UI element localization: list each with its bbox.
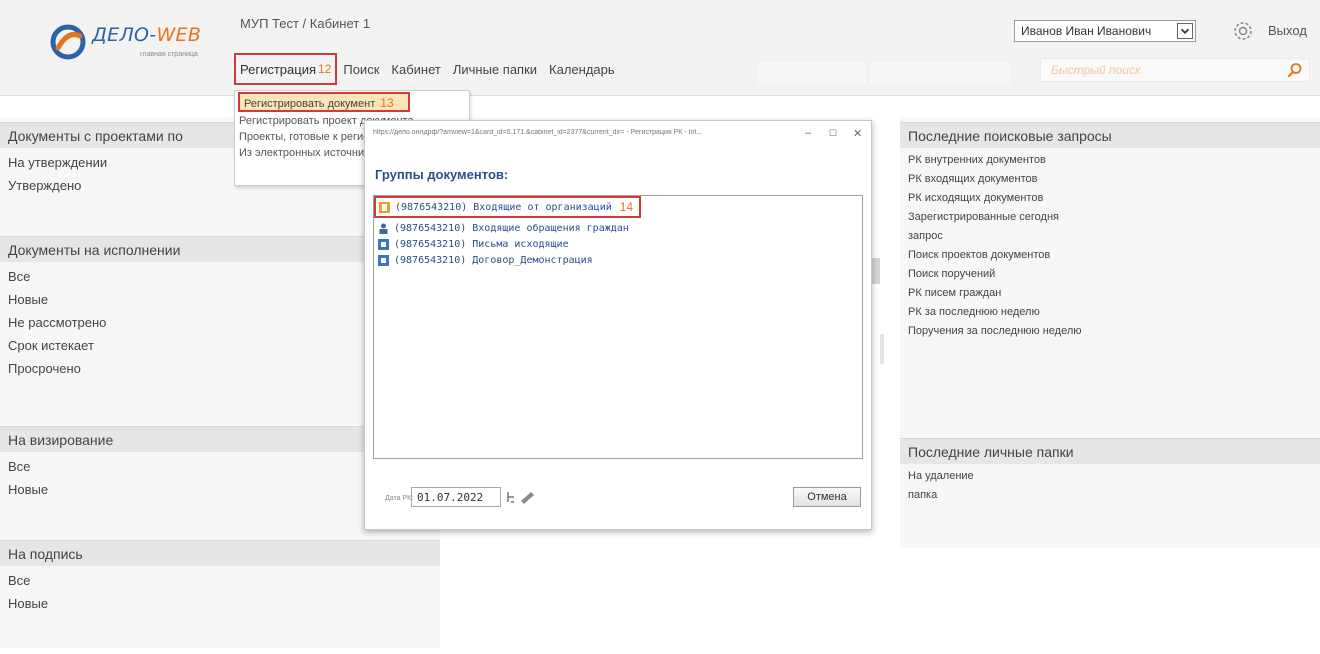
logo-icon: [50, 24, 86, 60]
main-menu: Регистрация 12 Поиск Кабинет Личные папки…: [234, 53, 621, 85]
logo[interactable]: ДЕЛО-WEB главная страница: [50, 20, 220, 70]
panel-title: Последние личные папки: [900, 438, 1320, 464]
document-groups-list: (9876543210) Входящие от организаций 14 …: [373, 195, 863, 459]
panel-title: На подпись: [0, 540, 440, 566]
registration-date-field[interactable]: 01.07.2022: [411, 487, 501, 507]
list-item[interactable]: Все: [8, 569, 432, 592]
group-item-contract[interactable]: (9876543210) Договор_Демонстрация: [378, 252, 593, 268]
list-item[interactable]: Поручения за последнюю неделю: [908, 322, 1312, 341]
list-item[interactable]: РК входящих документов: [908, 170, 1312, 189]
maximize-icon[interactable]: ☐: [829, 128, 837, 139]
user-select-value: Иванов Иван Иванович: [1021, 24, 1152, 38]
logo-title: ДЕЛО-WEB: [92, 24, 202, 46]
panel-recent-folders: Последние личные папки На удаление папка: [900, 438, 1320, 508]
list-item[interactable]: Поиск проектов документов: [908, 246, 1312, 265]
menu-placeholder-2: [870, 62, 1010, 84]
document-groups-dialog: https://дело.онлдрф/?amview=1&card_id=0.…: [364, 120, 872, 530]
step-marker-13: 13: [380, 96, 394, 110]
close-icon[interactable]: ✕: [853, 127, 862, 140]
citizen-icon: [379, 223, 388, 234]
menu-item-search[interactable]: Поиск: [337, 62, 385, 77]
chevron-down-icon: [1177, 23, 1193, 39]
menu-item-personal-folders[interactable]: Личные папки: [447, 62, 543, 77]
panel-title: Последние поисковые запросы: [900, 122, 1320, 148]
window-title: МУП Тест / Кабинет 1: [240, 16, 371, 31]
app-header: ДЕЛО-WEB главная страница МУП Тест / Каб…: [0, 0, 1320, 96]
quick-search-input[interactable]: Быстрый поиск: [1040, 58, 1310, 82]
list-item[interactable]: РК писем граждан: [908, 284, 1312, 303]
user-select[interactable]: Иванов Иван Иванович: [1014, 20, 1196, 42]
calendar-icon[interactable]: [505, 489, 539, 505]
menu-item-cabinet[interactable]: Кабинет: [385, 62, 446, 77]
menu-placeholder-1: [758, 62, 866, 84]
list-item[interactable]: На удаление: [908, 467, 1312, 486]
exit-link[interactable]: Выход: [1268, 23, 1307, 38]
list-item[interactable]: Новые: [8, 592, 432, 615]
outgoing-icon: [378, 238, 389, 250]
panel-recent-searches: Последние поисковые запросы РК внутренни…: [900, 122, 1320, 344]
step-marker-14: 14: [619, 200, 634, 214]
step-marker-12: 12: [318, 62, 332, 76]
list-item[interactable]: Поиск поручений: [908, 265, 1312, 284]
list-item[interactable]: РК исходящих документов: [908, 189, 1312, 208]
group-item-citizen-appeals[interactable]: (9876543210) Входящие обращения граждан: [378, 220, 629, 236]
cancel-button[interactable]: Отмена: [793, 487, 861, 507]
logo-subtitle: главная страница: [140, 51, 198, 58]
menu-item-register-document[interactable]: Регистрировать документ 13: [238, 92, 410, 112]
group-item-incoming-orgs[interactable]: (9876543210) Входящие от организаций 14: [374, 196, 642, 218]
scrollbar-thumb[interactable]: [880, 334, 884, 364]
list-item[interactable]: РК внутренних документов: [908, 151, 1312, 170]
menu-item-registration[interactable]: Регистрация 12: [234, 53, 338, 85]
minimize-icon[interactable]: –: [805, 127, 811, 139]
scrollbar-thumb[interactable]: [872, 258, 880, 284]
list-item[interactable]: РК за последнюю неделю: [908, 303, 1312, 322]
date-label: Дата РК:: [385, 495, 414, 502]
group-item-outgoing-letters[interactable]: (9876543210) Письма исходящие: [378, 236, 569, 252]
menu-item-calendar[interactable]: Календарь: [543, 62, 621, 77]
quick-search-placeholder: Быстрый поиск: [1051, 63, 1141, 77]
panel-signature: На подпись Все Новые: [0, 540, 440, 618]
list-item[interactable]: папка: [908, 486, 1312, 505]
incoming-org-icon: [379, 201, 390, 213]
search-icon[interactable]: [1287, 62, 1303, 78]
dialog-url: https://дело.онлдрф/?amview=1&card_id=0.…: [373, 129, 703, 136]
list-item[interactable]: Зарегистрированные сегодня: [908, 208, 1312, 227]
gear-icon[interactable]: [1232, 20, 1254, 42]
list-item[interactable]: запрос: [908, 227, 1312, 246]
dialog-titlebar: https://дело.онлдрф/?amview=1&card_id=0.…: [365, 121, 871, 141]
contract-icon: [378, 254, 389, 266]
dialog-heading: Группы документов:: [375, 167, 509, 182]
